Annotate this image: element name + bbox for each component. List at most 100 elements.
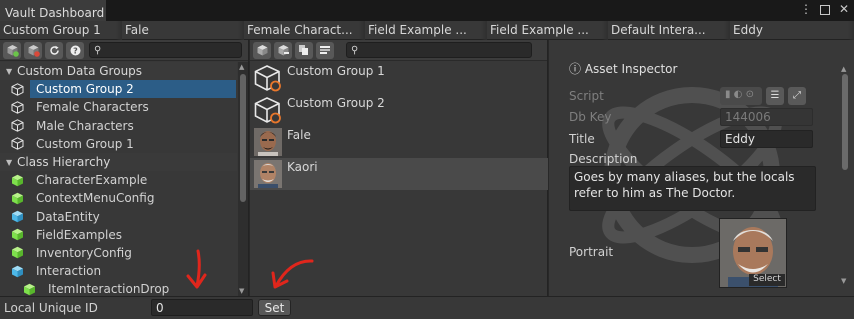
local-unique-id-label: Local Unique ID — [4, 301, 98, 315]
portrait-select-button[interactable]: Select — [749, 273, 785, 286]
class-item-characterexample[interactable]: CharacterExample — [0, 171, 237, 189]
more-options-icon[interactable]: ⋮ — [800, 2, 812, 16]
maximize-icon[interactable] — [820, 5, 830, 15]
breadcrumb-item[interactable]: Default Intera... — [608, 21, 730, 40]
tree-item-label: InventoryConfig — [36, 245, 132, 260]
asset-label: Kaori — [287, 160, 318, 174]
asset-item-kaori[interactable]: Kaori — [250, 158, 548, 190]
groups-scrollbar[interactable]: ▲ ▼ — [238, 62, 248, 296]
groups-panel: ? ⚲ ▼ Custom Data Groups Custom Group 2 … — [0, 40, 249, 296]
asset-item-fale[interactable]: Fale — [250, 126, 548, 158]
add-group-icon[interactable] — [3, 41, 21, 59]
scroll-up-icon[interactable]: ▲ — [841, 65, 846, 73]
list-edit-icon[interactable]: ☰ — [766, 86, 784, 105]
class-cube-icon — [12, 210, 23, 223]
cube-outline-icon — [11, 137, 24, 151]
section-header-class-hierarchy[interactable]: ▼ Class Hierarchy — [0, 152, 237, 172]
asset-item-custom-group-2[interactable]: Custom Group 2 — [250, 94, 548, 126]
breadcrumb: Custom Group 1 Fale Female Charact... Fi… — [0, 21, 854, 40]
script-field: Script ▮ ◐ ⊙ ☰ ⤢ — [569, 85, 816, 107]
breadcrumb-item[interactable]: Female Charact... — [244, 21, 365, 40]
breadcrumb-item[interactable]: Field Example ... — [487, 21, 608, 40]
portrait-image-field[interactable]: Select — [719, 217, 787, 288]
class-item-inventoryconfig[interactable]: InventoryConfig — [0, 244, 237, 262]
expand-triangle-icon[interactable]: ▼ — [6, 67, 14, 76]
refresh-icon[interactable] — [45, 41, 63, 59]
groups-toolbar: ? ⚲ — [0, 40, 248, 61]
description-textarea[interactable]: Goes by many aliases, but the locals ref… — [569, 165, 816, 211]
tree-item-female-characters[interactable]: Female Characters — [0, 98, 237, 116]
tree-item-label: Female Characters — [36, 100, 149, 115]
character-portrait-thumbnail — [254, 128, 282, 156]
class-cube-icon — [12, 265, 23, 277]
inspector-scrollbar[interactable]: ▲ ▼ — [840, 64, 850, 286]
tree-item-custom-group-1[interactable]: Custom Group 1 — [0, 135, 237, 153]
tree-item-label: CharacterExample — [36, 173, 148, 188]
tree-item-label: FieldExamples — [36, 227, 123, 242]
scroll-down-icon[interactable]: ▼ — [841, 277, 846, 285]
tree-item-label: ItemInteractionDrop — [48, 282, 170, 296]
class-item-iteminteractiondrop[interactable]: ItemInteractionDrop — [0, 280, 237, 296]
asset-label: Custom Group 1 — [287, 64, 385, 78]
assets-search-input[interactable]: ⚲ — [346, 42, 532, 58]
tree-item-label: ContextMenuConfig — [36, 191, 155, 206]
asset-label: Custom Group 2 — [287, 96, 385, 110]
character-portrait-thumbnail — [254, 160, 282, 188]
breadcrumb-item[interactable]: Eddy — [730, 21, 854, 40]
duplicate-icon[interactable] — [295, 41, 313, 59]
scrollbar-thumb[interactable] — [240, 74, 246, 202]
search-icon: ⚲ — [351, 44, 359, 56]
class-cube-icon — [12, 229, 23, 241]
script-label: Script — [569, 88, 604, 103]
window-titlebar: Vault Dashboard ⋮ ✕ — [0, 0, 854, 21]
bottom-bar: Local Unique ID 0 Set — [0, 296, 854, 319]
asset-item-custom-group-1[interactable]: Custom Group 1 — [250, 62, 548, 94]
class-item-contextmenuconfig[interactable]: ContextMenuConfig — [0, 189, 237, 207]
inspector-title: Asset Inspector — [584, 62, 678, 76]
svg-text:?: ? — [73, 46, 78, 55]
cube-outline-icon — [11, 101, 24, 114]
scroll-down-icon[interactable]: ▼ — [239, 287, 244, 295]
window-controls: ⋮ ✕ — [800, 2, 850, 16]
tree-item-male-characters[interactable]: Male Characters — [0, 117, 237, 135]
groups-tree: ▼ Custom Data Groups Custom Group 2 Fema… — [0, 62, 237, 296]
title-label: Title — [569, 131, 595, 146]
scrollbar-thumb[interactable] — [842, 74, 848, 170]
group-cube-icon — [254, 97, 281, 124]
window-title-tab[interactable]: Vault Dashboard — [0, 0, 106, 21]
breadcrumb-item[interactable]: Custom Group 1 — [0, 21, 122, 40]
class-item-fieldexamples[interactable]: FieldExamples — [0, 226, 237, 244]
class-item-dataentity[interactable]: DataEntity — [0, 208, 237, 226]
groups-search-input[interactable]: ⚲ — [89, 42, 242, 58]
inspector-header: ⓘ Asset Inspector — [569, 60, 816, 77]
remove-group-icon[interactable] — [24, 41, 42, 59]
local-unique-id-input[interactable]: 0 — [151, 299, 253, 316]
search-icon: ⚲ — [94, 44, 102, 56]
group-icon[interactable] — [316, 41, 334, 59]
add-asset-icon[interactable] — [253, 41, 271, 59]
class-cube-icon — [12, 192, 23, 205]
script-object-field[interactable]: ▮ ◐ ⊙ — [720, 86, 762, 105]
info-icon: ⓘ — [569, 62, 582, 76]
asset-label: Fale — [287, 128, 311, 142]
set-button[interactable]: Set — [258, 299, 291, 316]
title-input[interactable]: Eddy — [720, 129, 813, 148]
open-external-icon[interactable]: ⤢ — [788, 86, 806, 105]
breadcrumb-item[interactable]: Fale — [122, 21, 244, 40]
breadcrumb-item[interactable]: Field Example ... — [365, 21, 487, 40]
close-icon[interactable]: ✕ — [838, 2, 850, 16]
remove-asset-icon[interactable] — [274, 41, 292, 59]
cube-outline-icon — [11, 83, 24, 96]
scroll-up-icon[interactable]: ▲ — [239, 63, 244, 71]
class-cube-icon — [12, 247, 23, 259]
class-item-interaction[interactable]: Interaction — [0, 262, 237, 280]
portrait-field: Portrait Select — [569, 217, 816, 298]
section-header-custom-data-groups[interactable]: ▼ Custom Data Groups — [0, 62, 237, 81]
group-cube-icon — [254, 65, 281, 92]
tree-item-label: Custom Group 1 — [36, 136, 134, 151]
help-icon[interactable]: ? — [66, 41, 84, 59]
dbkey-field: Db Key 144006 — [569, 107, 816, 129]
expand-triangle-icon[interactable]: ▼ — [6, 158, 14, 167]
tree-item-custom-group-2[interactable]: Custom Group 2 — [0, 80, 237, 99]
tree-item-label: Interaction — [36, 264, 102, 279]
